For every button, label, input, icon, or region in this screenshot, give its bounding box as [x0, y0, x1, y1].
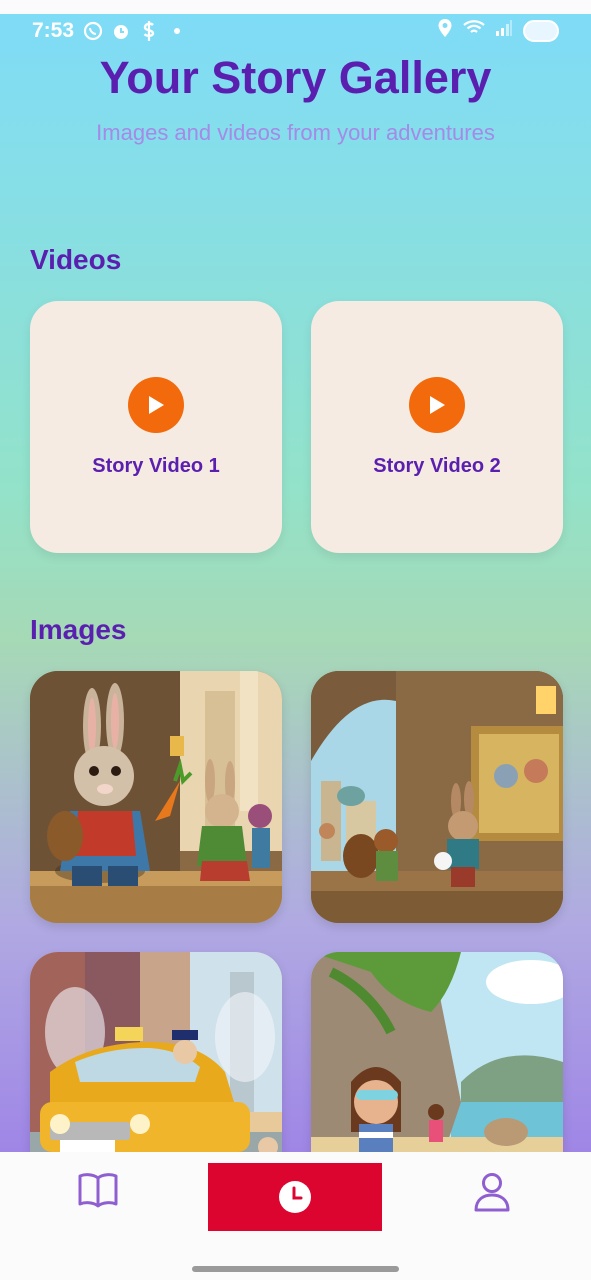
play-icon[interactable] [409, 376, 465, 433]
nav-history[interactable] [208, 1163, 382, 1231]
play-icon[interactable] [128, 376, 184, 433]
app-screen: 7:53 Your Story Gallery Images and video… [0, 0, 591, 1280]
video-label: Story Video 1 [92, 454, 220, 477]
whatsapp-icon [82, 20, 104, 42]
bottom-nav [0, 1152, 591, 1280]
squirrel-tapestry-image[interactable] [311, 671, 563, 923]
wifi-icon [463, 19, 485, 43]
videos-section-title: Videos [30, 244, 122, 275]
page-title: Your Story Gallery [99, 52, 492, 103]
dollar-icon [138, 20, 160, 42]
gallery-background: 7:53 Your Story Gallery Images and video… [0, 14, 591, 1152]
video-card-1[interactable]: Story Video 1 [30, 301, 282, 553]
page-subtitle: Images and videos from your adventures [96, 120, 495, 145]
clock-icon [279, 1181, 311, 1213]
dot-icon [166, 20, 188, 42]
battery-icon [523, 20, 559, 42]
location-icon [437, 18, 453, 44]
status-time: 7:53 [32, 19, 75, 42]
beach-girl-image[interactable] [311, 952, 563, 1152]
alarm-icon [110, 20, 132, 42]
home-indicator[interactable] [192, 1266, 399, 1272]
bunny-market-image[interactable] [30, 671, 282, 923]
nav-profile[interactable] [466, 1168, 518, 1216]
status-right [437, 18, 559, 44]
status-bar: 7:53 [0, 14, 591, 48]
video-label: Story Video 2 [373, 454, 501, 477]
nav-stories[interactable] [70, 1168, 126, 1212]
signal-icon [495, 19, 513, 43]
images-section-title: Images [30, 614, 127, 645]
book-icon [78, 1173, 118, 1208]
user-icon [474, 1173, 510, 1212]
taxi-fairy-image[interactable] [30, 952, 282, 1152]
video-card-2[interactable]: Story Video 2 [311, 301, 563, 553]
